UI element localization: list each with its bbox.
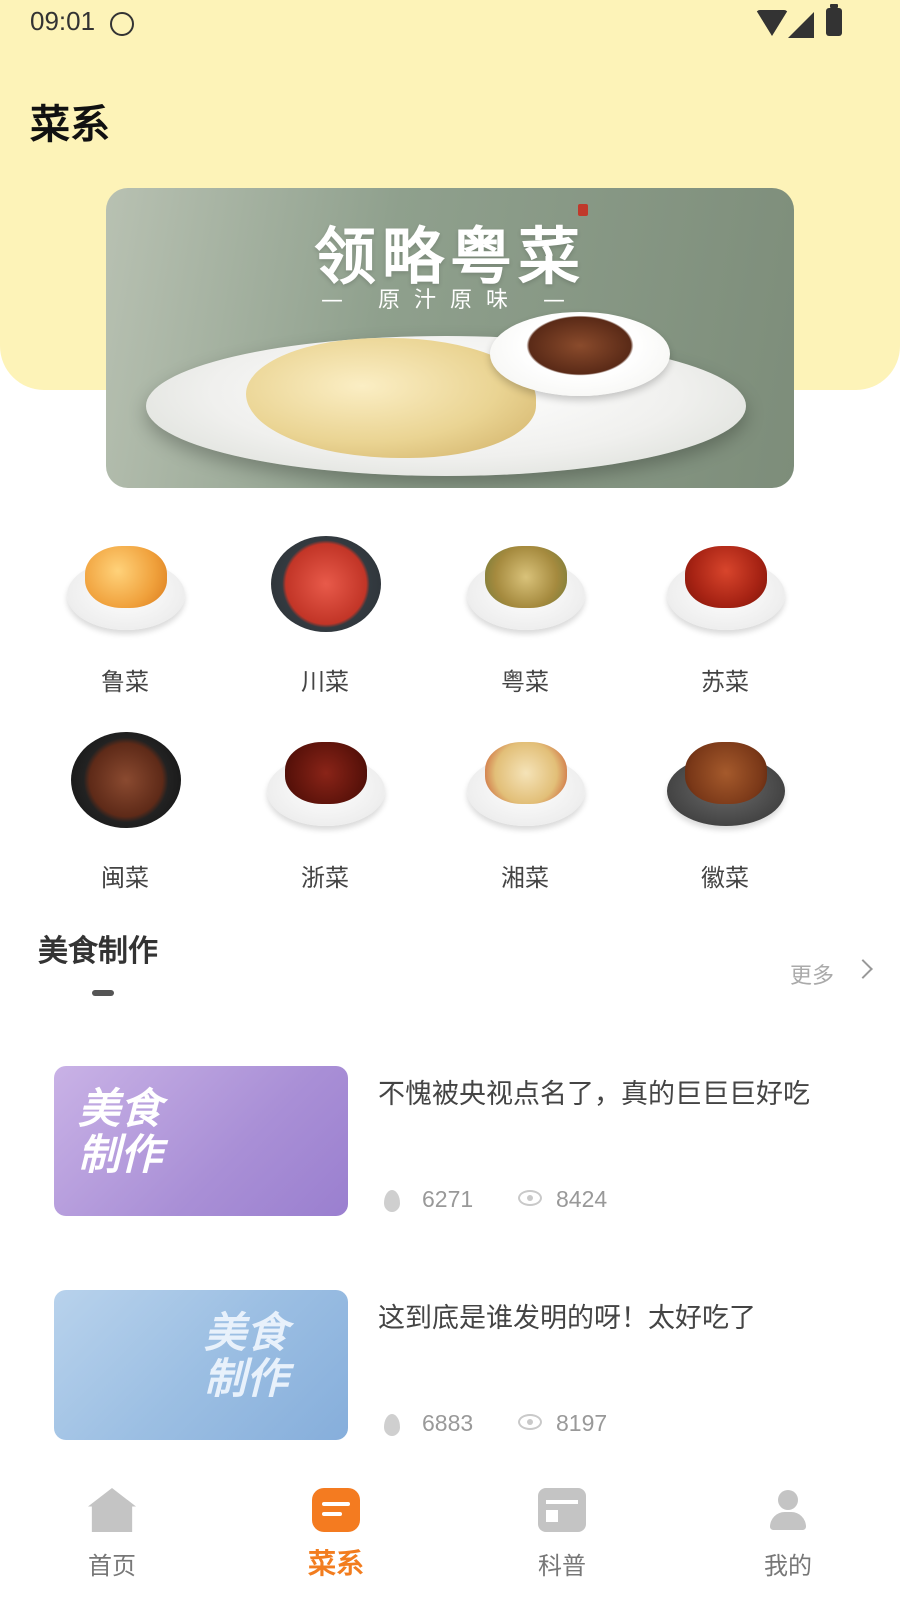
cuisine-dish-image — [267, 530, 385, 632]
status-time: 09:01 — [30, 6, 96, 36]
banner-seal-icon — [578, 204, 588, 216]
home-icon — [88, 1488, 136, 1532]
fire-icon — [384, 1190, 400, 1212]
article-likes: 6883 — [422, 1410, 474, 1436]
app-notification-icon — [110, 12, 134, 36]
article-thumbnail: 美食 制作 — [54, 1290, 348, 1440]
banner-sauce-bowl-image — [490, 312, 670, 396]
article-title: 这到底是谁发明的呀！太好吃了 — [378, 1303, 756, 1334]
article-thumbnail-text: 美食 制作 — [78, 1084, 163, 1179]
section-title-indicator — [92, 990, 114, 996]
article-thumbnail: 美食 制作 — [54, 1066, 348, 1216]
user-icon — [764, 1488, 812, 1532]
cuisine-label: 川菜 — [301, 668, 349, 696]
tab-label: 科普 — [538, 1552, 586, 1580]
article-thumbnail-text: 美食 制作 — [204, 1308, 289, 1403]
cuisine-dish-image — [67, 530, 185, 630]
article-views: 8197 — [556, 1410, 608, 1436]
tab-label: 首页 — [88, 1552, 136, 1580]
cuisine-dish-image — [667, 726, 785, 826]
cuisine-dish-image — [467, 726, 585, 826]
cuisine-label: 苏菜 — [701, 668, 749, 696]
cuisine-label: 徽菜 — [701, 864, 749, 892]
tab-label: 我的 — [764, 1552, 812, 1580]
tab-mine[interactable]: 我的 — [728, 1474, 848, 1594]
wifi-icon — [756, 10, 788, 36]
cuisine-item-zhe[interactable]: 浙菜 — [240, 726, 410, 896]
cuisine-item-su[interactable]: 苏菜 — [640, 530, 810, 700]
tab-home[interactable]: 首页 — [52, 1474, 172, 1594]
news-icon — [538, 1488, 586, 1532]
cuisine-label: 鲁菜 — [101, 668, 149, 696]
cuisine-item-chuan[interactable]: 川菜 — [240, 530, 410, 700]
cuisine-label: 湘菜 — [501, 864, 549, 892]
cuisine-item-min[interactable]: 闽菜 — [40, 726, 210, 896]
article-views: 8424 — [556, 1186, 608, 1212]
tab-cuisine[interactable]: 菜系 — [276, 1474, 396, 1594]
eye-icon — [518, 1414, 542, 1430]
cuisine-dish-image — [267, 726, 385, 826]
cuisine-label: 粤菜 — [501, 668, 549, 696]
eye-icon — [518, 1190, 542, 1206]
cuisine-label: 闽菜 — [101, 864, 149, 892]
tab-science[interactable]: 科普 — [502, 1474, 622, 1594]
cuisine-dish-image — [467, 530, 585, 630]
article-title: 不愧被央视点名了，真的巨巨巨好吃 — [378, 1079, 810, 1110]
bottom-tab-bar: 首页 菜系 科普 我的 — [0, 1474, 900, 1600]
article-likes: 6271 — [422, 1186, 474, 1212]
more-link[interactable]: 更多 — [790, 958, 834, 990]
cuisine-item-xiang[interactable]: 湘菜 — [440, 726, 610, 896]
banner-subtitle: — 原汁原味 — — [321, 288, 579, 313]
menu-icon — [312, 1488, 360, 1532]
cuisine-item-lu[interactable]: 鲁菜 — [40, 530, 210, 700]
status-bar: 09:01 — [0, 0, 900, 46]
cuisine-item-hui[interactable]: 徽菜 — [640, 726, 810, 896]
section-title: 美食制作 — [38, 934, 158, 969]
article-item[interactable]: 美食 制作 这到底是谁发明的呀！太好吃了 6883 8197 — [54, 1290, 874, 1440]
tab-label: 菜系 — [307, 1547, 364, 1580]
cuisine-dish-image — [667, 530, 785, 630]
article-item[interactable]: 美食 制作 不愧被央视点名了，真的巨巨巨好吃 6271 8424 — [54, 1066, 874, 1216]
cuisine-item-yue[interactable]: 粤菜 — [440, 530, 610, 700]
chevron-right-icon[interactable] — [853, 959, 873, 979]
signal-icon — [788, 12, 814, 38]
battery-icon — [826, 4, 842, 36]
cuisine-dish-image — [67, 726, 185, 828]
cuisine-label: 浙菜 — [301, 864, 349, 892]
fire-icon — [384, 1414, 400, 1436]
banner[interactable]: 领略粤菜 — 原汁原味 — — [106, 188, 794, 488]
page-title: 菜系 — [30, 102, 110, 148]
